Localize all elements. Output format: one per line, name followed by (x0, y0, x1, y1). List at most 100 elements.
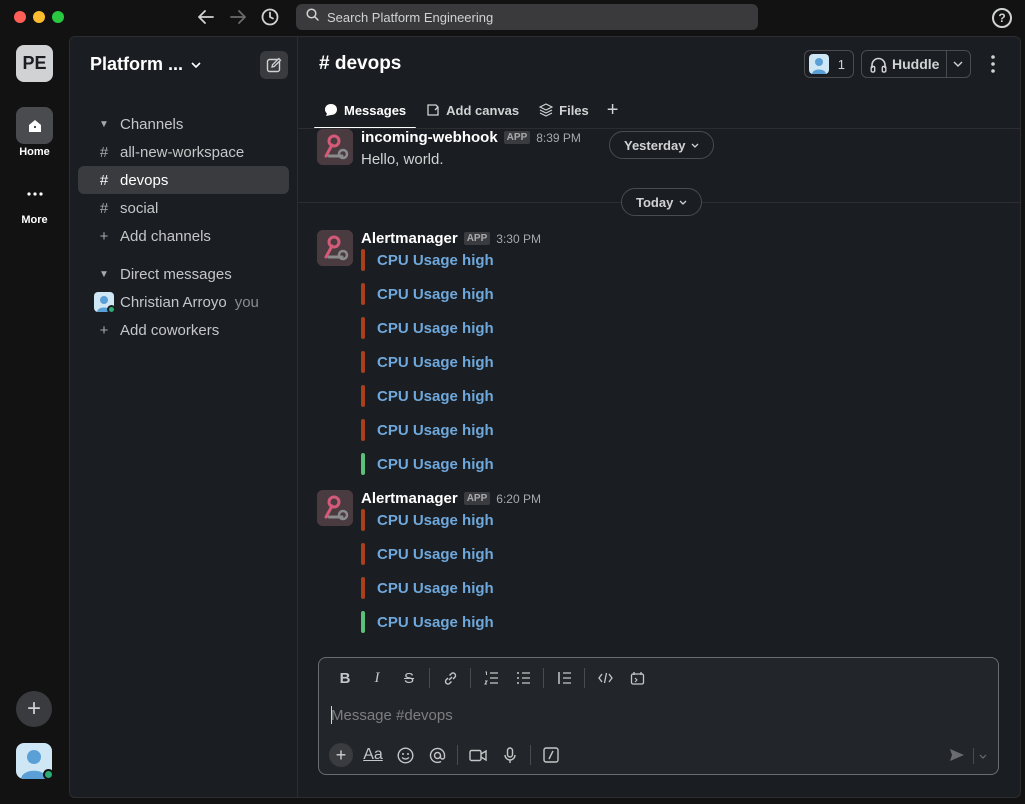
text-format-icon[interactable]: Aa (357, 742, 389, 768)
italic-icon[interactable]: I (361, 666, 393, 690)
layers-icon (539, 103, 554, 117)
sender-name[interactable]: Alertmanager (361, 490, 458, 507)
compose-button[interactable] (260, 51, 288, 79)
chevron-down-icon (191, 61, 201, 68)
alert-title-link[interactable]: CPU Usage high (377, 354, 494, 371)
history-clock-icon[interactable] (258, 6, 282, 28)
more-label: More (21, 214, 48, 226)
alert-title-link[interactable]: CPU Usage high (377, 388, 494, 405)
alert-title-link[interactable]: CPU Usage high (377, 320, 494, 337)
code-block-icon[interactable] (621, 666, 653, 690)
alert-title-link[interactable]: CPU Usage high (377, 252, 494, 269)
alert-attachment: CPU Usage high (361, 419, 494, 441)
message-input[interactable]: Message #devops (331, 707, 453, 724)
tab-add-canvas[interactable]: Add canvas (416, 93, 529, 127)
alert-title-link[interactable]: CPU Usage high (377, 456, 494, 473)
strikethrough-icon[interactable]: S (393, 666, 425, 690)
emoji-icon[interactable] (389, 742, 421, 768)
canvas-icon (427, 104, 439, 116)
attach-plus-button[interactable]: + (325, 742, 357, 768)
alert-title-link[interactable]: CPU Usage high (377, 614, 494, 631)
minimize-window-button[interactable] (33, 11, 45, 23)
date-divider-yesterday[interactable]: Yesterday (609, 131, 715, 159)
sidebar-item-dm-christian[interactable]: Christian Arroyo you (78, 288, 289, 316)
alertmanager-avatar[interactable] (317, 490, 353, 526)
hash-icon: # (99, 143, 109, 161)
hash-icon: # (99, 199, 109, 217)
channel-more-icon[interactable] (984, 51, 1002, 77)
add-workspace-button[interactable]: + (16, 691, 52, 727)
message-time[interactable]: 6:20 PM (496, 492, 541, 506)
add-tab-plus-icon[interactable]: + (599, 93, 627, 127)
sender-name[interactable]: Alertmanager (361, 230, 458, 247)
message-bubble-icon (325, 104, 337, 116)
sidebar-item-all-new-workspace[interactable]: # all-new-workspace (78, 138, 289, 166)
add-coworkers-button[interactable]: + Add coworkers (78, 316, 289, 344)
message-time[interactable]: 8:39 PM (536, 131, 581, 145)
plus-icon: + (99, 227, 109, 245)
channel-view: # devops 1 Huddle Messages Add canvas Fi… (297, 36, 1021, 798)
huddle-button[interactable]: Huddle (861, 50, 971, 78)
video-icon[interactable] (462, 742, 494, 768)
help-icon[interactable]: ? (992, 8, 1012, 28)
more-button[interactable] (16, 175, 53, 212)
direct-messages-section-header[interactable]: ▼ Direct messages (78, 260, 289, 288)
code-icon[interactable] (589, 666, 621, 690)
dm-user-name: Christian Arroyo (120, 293, 227, 311)
sidebar-item-social[interactable]: # social (78, 194, 289, 222)
tab-files-label: Files (559, 102, 589, 118)
message-composer[interactable]: B I S Message #devops + Aa (318, 657, 999, 775)
search-bar[interactable]: Search Platform Engineering (296, 4, 758, 30)
formatting-toolbar: B I S (329, 666, 653, 690)
alert-title-link[interactable]: CPU Usage high (377, 512, 494, 529)
back-arrow-icon[interactable] (194, 6, 218, 28)
home-button[interactable] (16, 107, 53, 144)
tab-files[interactable]: Files (529, 93, 599, 127)
send-options-chevron-icon[interactable] (974, 746, 992, 766)
message-header: Alertmanager APP 6:20 PM (361, 490, 541, 507)
caret-down-icon: ▼ (99, 118, 109, 130)
workspace-name-button[interactable]: Platform ... (90, 54, 201, 75)
message-text: Hello, world. (361, 151, 444, 168)
search-placeholder: Search Platform Engineering (327, 9, 494, 25)
huddle-options-chevron-icon[interactable] (947, 58, 970, 70)
alert-title-link[interactable]: CPU Usage high (377, 546, 494, 563)
workspace-switcher[interactable]: PE (16, 45, 53, 82)
bulleted-list-icon[interactable] (507, 666, 539, 690)
sidebar-item-devops[interactable]: # devops (78, 166, 289, 194)
close-window-button[interactable] (14, 11, 26, 23)
webhook-icon (317, 129, 353, 165)
channels-section-header[interactable]: ▼ Channels (78, 110, 289, 138)
alert-attachment: CPU Usage high (361, 577, 494, 599)
alert-title-link[interactable]: CPU Usage high (377, 580, 494, 597)
numbered-list-icon[interactable] (475, 666, 507, 690)
bold-icon[interactable]: B (329, 666, 361, 690)
workspace-name: Platform ... (90, 54, 184, 74)
add-channels-button[interactable]: + Add channels (78, 222, 289, 250)
mention-icon[interactable] (421, 742, 453, 768)
workspace-rail: PE Home More + (0, 36, 69, 804)
tab-messages[interactable]: Messages (314, 93, 417, 129)
alertmanager-avatar[interactable] (317, 230, 353, 266)
app-badge: APP (463, 232, 491, 245)
slash-command-icon[interactable] (535, 742, 567, 768)
maximize-window-button[interactable] (52, 11, 64, 23)
tab-messages-label: Messages (344, 102, 407, 118)
date-divider-today[interactable]: Today (621, 188, 703, 216)
headphones-icon (870, 57, 887, 76)
send-icon[interactable] (946, 744, 968, 766)
channels-header-label: Channels (120, 115, 184, 133)
message-time[interactable]: 3:30 PM (496, 232, 541, 246)
microphone-icon[interactable] (494, 742, 526, 768)
blockquote-icon[interactable] (548, 666, 580, 690)
sender-name[interactable]: incoming-webhook (361, 129, 498, 146)
members-button[interactable]: 1 (804, 50, 854, 78)
alert-title-link[interactable]: CPU Usage high (377, 422, 494, 439)
forward-arrow-icon[interactable] (226, 6, 250, 28)
home-icon (28, 119, 41, 132)
webhook-avatar[interactable] (317, 129, 353, 165)
dm-avatar (92, 292, 116, 314)
alert-title-link[interactable]: CPU Usage high (377, 286, 494, 303)
link-icon[interactable] (434, 666, 466, 690)
channel-title[interactable]: # devops (319, 53, 401, 75)
